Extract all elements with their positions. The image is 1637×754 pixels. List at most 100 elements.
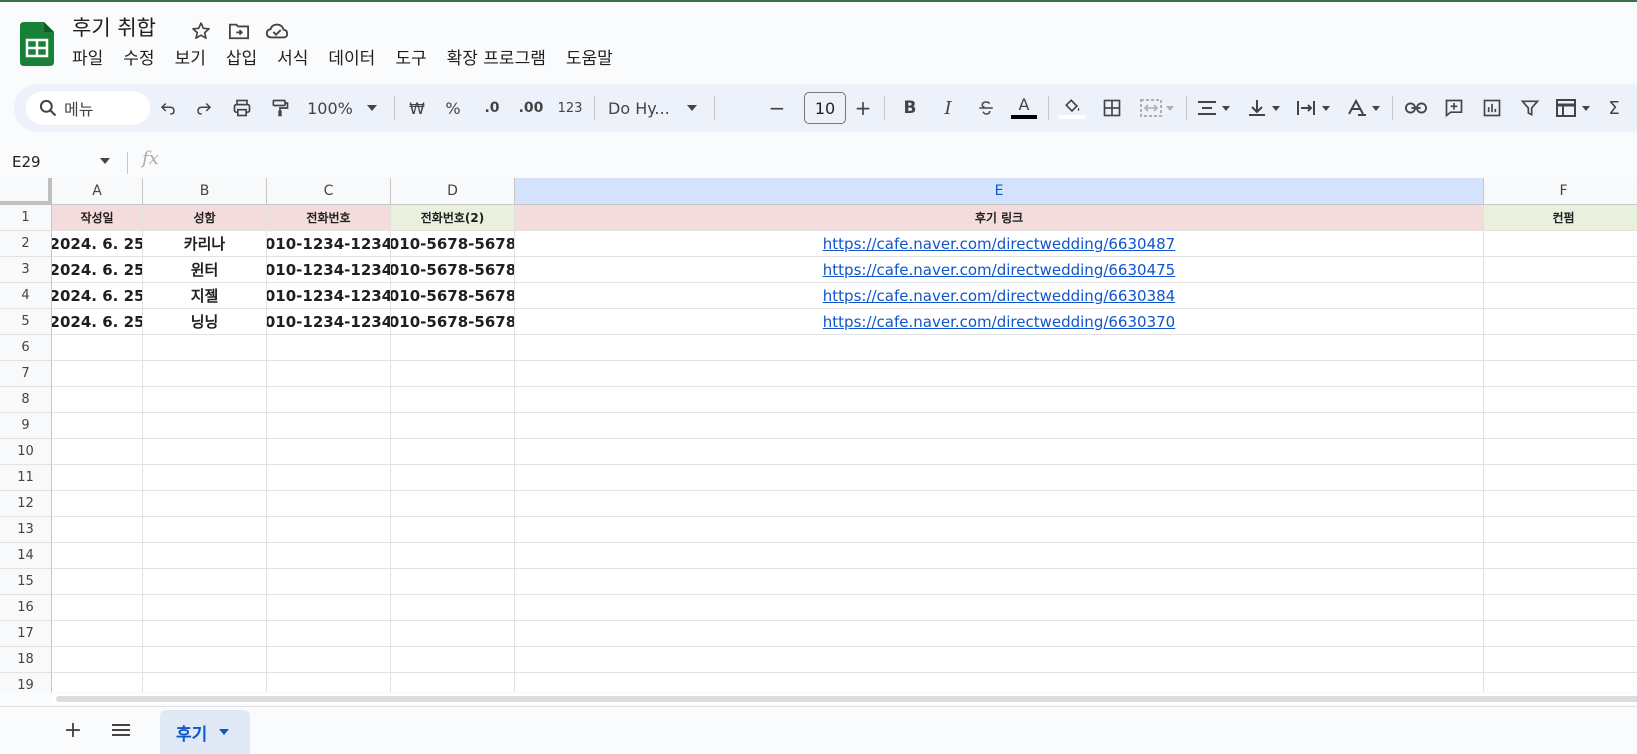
empty-cell[interactable] [515, 673, 1484, 692]
row-header[interactable]: 17 [0, 621, 52, 647]
row-header[interactable]: 14 [0, 543, 52, 569]
empty-cell[interactable] [143, 673, 267, 692]
review-link-cell[interactable]: https://cafe.naver.com/directwedding/663… [515, 257, 1484, 283]
data-cell[interactable]: 010-1234-1234 [267, 231, 391, 257]
data-cell[interactable]: 2024. 6. 25 [52, 283, 143, 309]
empty-cell[interactable] [391, 543, 515, 569]
cloud-saved-icon[interactable] [264, 18, 290, 44]
menu-view[interactable]: 보기 [165, 46, 216, 72]
spreadsheet-grid[interactable]: A B C D E F 1 작성일 성함 전화번호 전화번호(2) 후기 링크 컨펌 2 2024. 6. … [0, 178, 1637, 692]
number-format-button[interactable]: 123 [556, 94, 584, 122]
data-cell[interactable]: 2024. 6. 25 [52, 309, 143, 335]
row-header[interactable]: 15 [0, 569, 52, 595]
sheets-logo-icon[interactable] [20, 22, 54, 66]
menu-search[interactable]: 메뉴 [26, 91, 150, 125]
empty-cell[interactable] [1484, 361, 1637, 387]
row-header[interactable]: 9 [0, 413, 52, 439]
empty-cell[interactable] [267, 465, 391, 491]
empty-cell[interactable] [143, 569, 267, 595]
empty-cell[interactable] [267, 517, 391, 543]
header-cell[interactable]: 전화번호(2) [391, 205, 515, 231]
menu-insert[interactable]: 삽입 [216, 46, 267, 72]
empty-cell[interactable] [143, 517, 267, 543]
horizontal-align-icon[interactable] [1194, 94, 1234, 122]
row-header[interactable]: 5 [0, 309, 52, 335]
text-color-button[interactable]: A [1010, 94, 1038, 122]
empty-cell[interactable] [391, 621, 515, 647]
empty-cell[interactable] [1484, 491, 1637, 517]
text-wrap-icon[interactable] [1294, 94, 1334, 122]
empty-cell[interactable] [515, 543, 1484, 569]
header-cell[interactable]: 전화번호 [267, 205, 391, 231]
empty-cell[interactable] [1484, 465, 1637, 491]
data-cell[interactable]: 010-5678-5678 [391, 231, 515, 257]
data-cell[interactable] [1484, 309, 1637, 335]
name-box-dropdown-icon[interactable] [100, 158, 110, 164]
fill-color-icon[interactable] [1058, 94, 1086, 122]
empty-cell[interactable] [143, 543, 267, 569]
strikethrough-icon[interactable] [974, 94, 998, 122]
menu-format[interactable]: 서식 [267, 46, 318, 72]
header-cell[interactable]: 후기 링크 [515, 205, 1484, 231]
review-link-cell[interactable]: https://cafe.naver.com/directwedding/663… [515, 231, 1484, 257]
empty-cell[interactable] [52, 335, 143, 361]
column-header-a[interactable]: A [52, 178, 143, 205]
vertical-align-icon[interactable] [1244, 94, 1284, 122]
empty-cell[interactable] [391, 465, 515, 491]
data-cell[interactable] [1484, 231, 1637, 257]
empty-cell[interactable] [515, 361, 1484, 387]
add-sheet-icon[interactable]: + [60, 717, 86, 743]
row-header[interactable]: 18 [0, 647, 52, 673]
menu-tools[interactable]: 도구 [385, 46, 436, 72]
empty-cell[interactable] [1484, 569, 1637, 595]
empty-cell[interactable] [1484, 647, 1637, 673]
empty-cell[interactable] [267, 335, 391, 361]
select-all-corner[interactable] [0, 178, 52, 205]
empty-cell[interactable] [267, 595, 391, 621]
empty-cell[interactable] [52, 595, 143, 621]
zoom-value[interactable]: 100% [306, 94, 354, 122]
insert-comment-icon[interactable] [1440, 94, 1468, 122]
increase-font-size-icon[interactable]: + [852, 94, 874, 122]
empty-cell[interactable] [391, 361, 515, 387]
empty-cell[interactable] [52, 517, 143, 543]
empty-cell[interactable] [143, 595, 267, 621]
decrease-font-size-icon[interactable]: − [766, 94, 788, 122]
empty-cell[interactable] [52, 491, 143, 517]
empty-cell[interactable] [52, 569, 143, 595]
sheet-tab[interactable]: 후기 [160, 710, 250, 754]
row-header[interactable]: 11 [0, 465, 52, 491]
row-header[interactable]: 19 [0, 673, 52, 692]
empty-cell[interactable] [267, 413, 391, 439]
table-views-icon[interactable] [1554, 94, 1594, 122]
empty-cell[interactable] [52, 543, 143, 569]
empty-cell[interactable] [52, 439, 143, 465]
empty-cell[interactable] [143, 335, 267, 361]
data-cell[interactable]: 010-1234-1234 [267, 309, 391, 335]
empty-cell[interactable] [1484, 543, 1637, 569]
empty-cell[interactable] [52, 621, 143, 647]
currency-format-button[interactable]: ₩ [406, 94, 428, 122]
empty-cell[interactable] [267, 491, 391, 517]
empty-cell[interactable] [515, 465, 1484, 491]
text-rotation-icon[interactable] [1344, 94, 1384, 122]
empty-cell[interactable] [52, 673, 143, 692]
row-header[interactable]: 7 [0, 361, 52, 387]
empty-cell[interactable] [267, 673, 391, 692]
data-cell[interactable]: 010-1234-1234 [267, 283, 391, 309]
empty-cell[interactable] [515, 517, 1484, 543]
name-box[interactable]: E29 [12, 150, 112, 174]
empty-cell[interactable] [267, 387, 391, 413]
empty-cell[interactable] [1484, 621, 1637, 647]
empty-cell[interactable] [391, 517, 515, 543]
empty-cell[interactable] [143, 413, 267, 439]
font-size-input[interactable]: 10 [804, 92, 846, 124]
percent-format-button[interactable]: % [442, 94, 464, 122]
empty-cell[interactable] [267, 621, 391, 647]
empty-cell[interactable] [515, 569, 1484, 595]
row-header[interactable]: 10 [0, 439, 52, 465]
empty-cell[interactable] [515, 621, 1484, 647]
data-cell[interactable]: 카리나 [143, 231, 267, 257]
empty-cell[interactable] [391, 413, 515, 439]
review-link[interactable]: https://cafe.naver.com/directwedding/663… [823, 313, 1175, 331]
